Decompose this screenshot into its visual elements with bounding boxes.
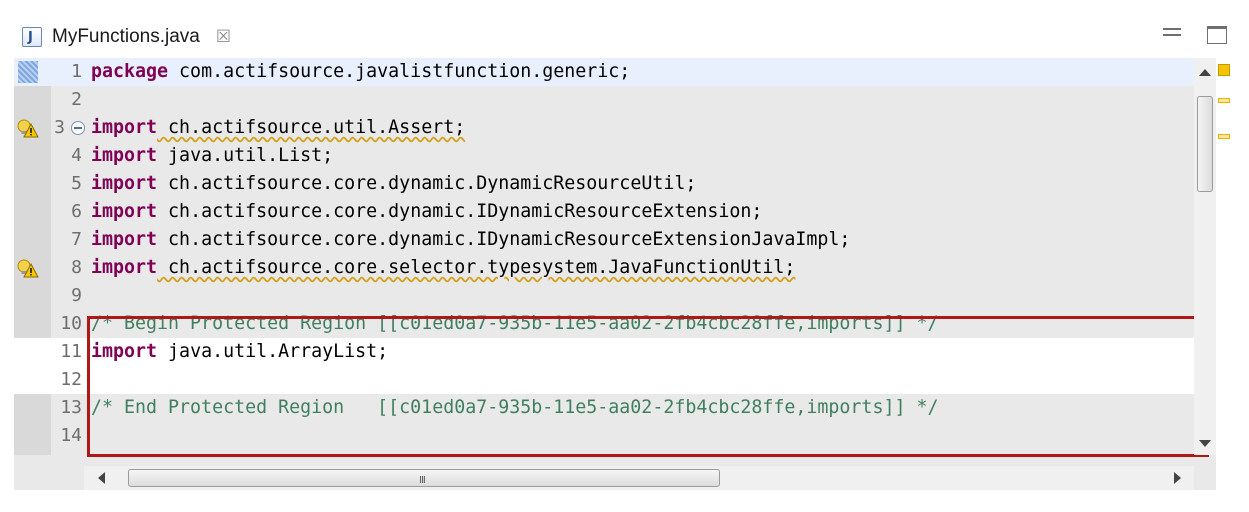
line-number: 13 <box>60 397 82 418</box>
vertical-scrollbar[interactable] <box>1194 58 1216 455</box>
code-text: import java.util.ArrayList; <box>91 341 389 362</box>
code-line[interactable]: 5 import ch.actifsource.core.dynamic.Dyn… <box>14 170 1194 198</box>
code-text: package com.actifsource.javalistfunction… <box>91 61 631 82</box>
warning-lightbulb-icon[interactable] <box>17 258 39 278</box>
scroll-grip-icon: III <box>419 475 426 486</box>
code-line[interactable]: 14 <box>14 422 1194 455</box>
code-line[interactable]: 12 <box>14 366 1194 394</box>
scroll-up-icon[interactable] <box>1199 69 1211 76</box>
line-number: 5 <box>71 173 82 194</box>
overview-ruler[interactable] <box>1216 58 1232 490</box>
code-line[interactable]: 13 /* End Protected Region [[c01ed0a7-93… <box>14 394 1194 422</box>
code-line[interactable]: 9 <box>14 282 1194 310</box>
tab-close-icon[interactable]: ☒ <box>216 27 231 47</box>
code-text: import ch.actifsource.core.dynamic.IDyna… <box>91 229 851 250</box>
code-line[interactable]: 10 /* Begin Protected Region [[c01ed0a7-… <box>14 310 1194 338</box>
code-text: import java.util.List; <box>91 145 334 166</box>
tab-title: MyFunctions.java <box>52 26 200 47</box>
code-text: import ch.actifsource.core.selector.type… <box>91 257 796 278</box>
code-line[interactable]: 1 package com.actifsource.javalistfuncti… <box>14 58 1194 86</box>
editor-tab[interactable]: J MyFunctions.java ☒ <box>22 18 231 56</box>
warning-lightbulb-icon[interactable] <box>17 118 39 138</box>
code-line[interactable]: 3 import ch.actifsource.util.Assert; <box>14 114 1194 142</box>
horizontal-scrollbar[interactable]: III <box>84 466 1194 490</box>
code-line[interactable]: 8 import ch.actifsource.core.selector.ty… <box>14 254 1194 282</box>
line-number: 9 <box>71 285 82 306</box>
code-line[interactable]: 6 import ch.actifsource.core.dynamic.IDy… <box>14 198 1194 226</box>
line-number: 8 <box>71 257 82 278</box>
warning-summary-icon[interactable] <box>1218 64 1230 76</box>
code-text: import ch.actifsource.core.dynamic.Dynam… <box>91 173 697 194</box>
line-number: 12 <box>60 369 82 390</box>
code-text: import ch.actifsource.core.dynamic.IDyna… <box>91 201 763 222</box>
code-editor[interactable]: 1 package com.actifsource.javalistfuncti… <box>14 58 1232 490</box>
code-text: import ch.actifsource.util.Assert; <box>91 117 466 138</box>
line-number: 1 <box>71 61 82 82</box>
line-number: 4 <box>71 145 82 166</box>
bookmark-marker-icon <box>18 61 38 83</box>
scroll-left-icon[interactable] <box>98 472 105 484</box>
warning-marker[interactable] <box>1218 134 1230 139</box>
code-line[interactable]: 11 import java.util.ArrayList; <box>14 338 1194 366</box>
warning-marker[interactable] <box>1218 98 1230 103</box>
line-number: 3 <box>54 117 65 138</box>
horizontal-scroll-thumb[interactable]: III <box>128 469 720 487</box>
minimize-icon[interactable] <box>1163 28 1181 36</box>
protected-region-begin-comment: /* Begin Protected Region [[c01ed0a7-935… <box>91 313 939 334</box>
scroll-right-icon[interactable] <box>1174 472 1181 484</box>
line-number: 11 <box>60 341 82 362</box>
line-number: 6 <box>71 201 82 222</box>
scroll-down-icon[interactable] <box>1199 440 1211 447</box>
collapse-icon[interactable] <box>71 121 85 135</box>
line-number: 14 <box>60 425 82 446</box>
code-line[interactable]: 4 import java.util.List; <box>14 142 1194 170</box>
protected-region-end-comment: /* End Protected Region [[c01ed0a7-935b-… <box>91 397 939 418</box>
code-line[interactable]: 7 import ch.actifsource.core.dynamic.IDy… <box>14 226 1194 254</box>
vertical-scroll-thumb[interactable] <box>1197 96 1213 192</box>
line-number: 7 <box>71 229 82 250</box>
line-number: 10 <box>60 313 82 334</box>
maximize-icon[interactable] <box>1207 26 1227 44</box>
java-file-icon: J <box>22 27 42 47</box>
code-line[interactable]: 2 <box>14 86 1194 114</box>
line-number: 2 <box>71 89 82 110</box>
